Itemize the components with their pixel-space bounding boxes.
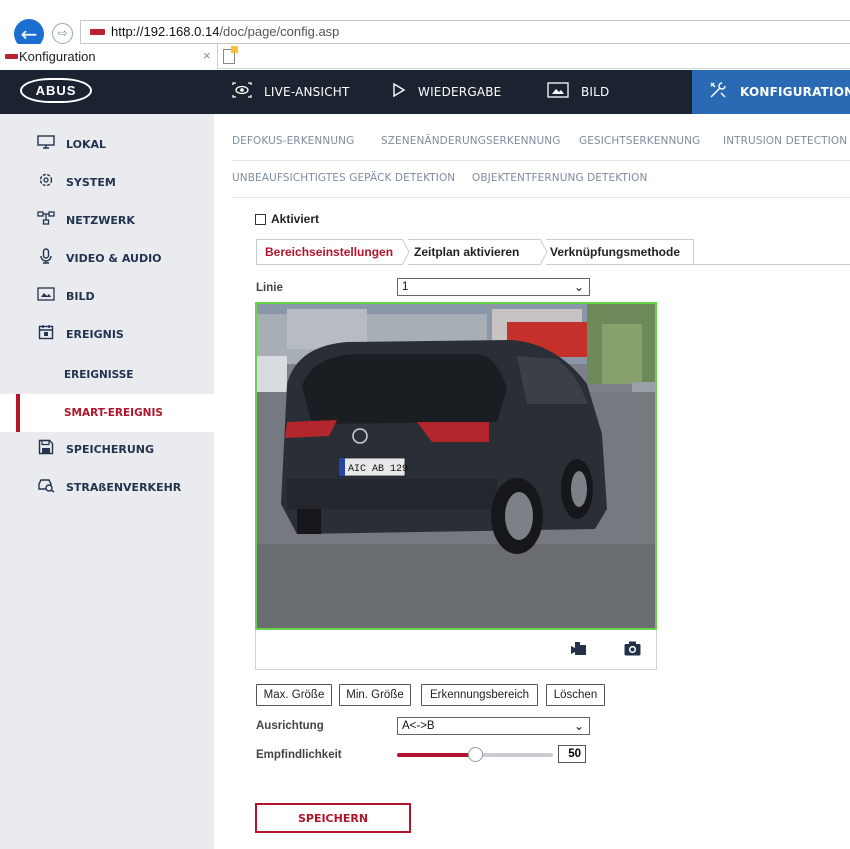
browser-tab[interactable]: Konfiguration × — [0, 44, 218, 69]
sidebar: LOKAL SYSTEM NETZWERK VIDEO & AUDIO BILD… — [0, 114, 214, 849]
save-icon — [36, 439, 56, 459]
subtab-divider — [232, 197, 850, 198]
browser-tab-bar: Konfiguration × — [0, 44, 850, 69]
gear-icon — [36, 172, 56, 192]
sensitivity-value-field[interactable]: 50 — [558, 745, 586, 763]
car-search-icon — [36, 477, 56, 497]
monitor-icon — [36, 135, 56, 153]
site-favicon-icon — [90, 29, 105, 35]
tab-baseline — [694, 264, 850, 265]
tab-title: Konfiguration — [19, 49, 96, 64]
browser-address-bar: ← ⇨ http://192.168.0.14/doc/page/config.… — [0, 0, 850, 49]
tab-zeitplan-aktivieren[interactable]: Zeitplan aktivieren — [408, 239, 540, 265]
eye-icon — [232, 82, 252, 102]
tab-label: Verknüpfungsmethode — [550, 245, 681, 259]
sidebar-item-system[interactable]: SYSTEM — [0, 163, 214, 201]
sidebar-item-label: SPEICHERUNG — [66, 442, 155, 456]
sidebar-item-label: BILD — [66, 289, 95, 303]
enabled-checkbox[interactable] — [255, 214, 266, 225]
sidebar-item-lokal[interactable]: LOKAL — [0, 125, 214, 163]
detection-area-button[interactable]: Erkennungsbereich — [421, 684, 538, 706]
nav-image[interactable]: BILD — [547, 70, 667, 114]
record-video-icon[interactable] — [571, 642, 587, 656]
nav-label: WIEDERGABE — [418, 85, 502, 99]
video-preview[interactable]: AIC AB 129 — [255, 302, 657, 630]
subtab-szenenaenderung[interactable]: SZENENÄNDERUNGSERKENNUNG — [381, 135, 560, 147]
direction-label: Ausrichtung — [256, 720, 324, 732]
chevron-down-icon: ⌄ — [573, 280, 584, 294]
sidebar-subitem-smart-ereignis[interactable]: SMART-EREIGNIS — [0, 394, 214, 432]
license-plate-text: AIC AB 129 — [348, 464, 408, 475]
nav-configuration[interactable]: KONFIGURATION — [692, 70, 850, 114]
sidebar-item-speicherung[interactable]: SPEICHERUNG — [0, 430, 214, 468]
sidebar-item-bild[interactable]: BILD — [0, 277, 214, 315]
sidebar-item-label: NETZWERK — [66, 213, 135, 227]
enabled-label: Aktiviert — [271, 212, 320, 226]
camera-snapshot-icon[interactable] — [624, 641, 641, 656]
nav-label: LIVE-ANSICHT — [264, 85, 350, 99]
sidebar-item-video-audio[interactable]: VIDEO & AUDIO — [0, 239, 214, 277]
sensitivity-slider-thumb[interactable] — [468, 747, 483, 762]
direction-select-value: A<->B — [402, 720, 435, 732]
sidebar-item-label: LOKAL — [66, 137, 107, 151]
sidebar-item-netzwerk[interactable]: NETZWERK — [0, 201, 214, 239]
sidebar-item-label: STRAßENVERKEHR — [66, 480, 182, 494]
sidebar-item-label: EREIGNIS — [66, 327, 124, 341]
tab-favicon-icon — [5, 54, 18, 59]
video-toolbar — [255, 630, 657, 670]
tab-verknuepfungsmethode[interactable]: Verknüpfungsmethode — [546, 239, 694, 265]
nav-playback[interactable]: WIEDERGABE — [392, 70, 522, 114]
nav-label: KONFIGURATION — [740, 85, 850, 99]
calendar-icon — [36, 324, 56, 344]
sidebar-item-label: SYSTEM — [66, 175, 116, 189]
sidebar-item-label: VIDEO & AUDIO — [66, 251, 162, 265]
subtab-objektentfernung[interactable]: OBJEKTENTFERNUNG DETEKTION — [472, 172, 648, 184]
forward-arrow-icon[interactable]: ⇨ — [52, 23, 73, 44]
chevron-down-icon: ⌄ — [573, 719, 584, 733]
url-field[interactable]: http://192.168.0.14/doc/page/config.asp — [80, 20, 850, 44]
url-text: http://192.168.0.14/doc/page/config.asp — [111, 24, 340, 39]
max-size-button[interactable]: Max. Größe — [256, 684, 332, 706]
line-label: Linie — [256, 282, 283, 294]
subtab-defokus[interactable]: DEFOKUS-ERKENNUNG — [232, 135, 354, 147]
sidebar-item-ereignis[interactable]: EREIGNIS — [0, 315, 214, 353]
sensitivity-slider-fill — [397, 753, 475, 757]
image-icon — [36, 287, 56, 305]
subtab-divider — [232, 160, 850, 161]
line-select-value: 1 — [402, 281, 409, 293]
tab-close-icon[interactable]: × — [203, 48, 211, 63]
delete-button[interactable]: Löschen — [546, 684, 605, 706]
sidebar-subitem-ereignisse[interactable]: EREIGNISSE — [0, 356, 214, 394]
save-button[interactable]: SPEICHERN — [255, 803, 411, 833]
subtab-intrusion-detection[interactable]: INTRUSION DETECTION — [723, 135, 847, 147]
subtab-unbeaufsichtigtes-gepaeck[interactable]: UNBEAUFSICHTIGTES GEPÄCK DETEKTION — [232, 172, 455, 184]
sidebar-item-strassenverkehr[interactable]: STRAßENVERKEHR — [0, 468, 214, 506]
play-icon — [392, 82, 406, 102]
direction-select[interactable]: A<->B ⌄ — [397, 717, 590, 735]
new-tab-icon[interactable] — [223, 46, 238, 64]
subtab-gesichtserkennung[interactable]: GESICHTSERKENNUNG — [579, 135, 700, 147]
sensitivity-label: Empfindlichkeit — [256, 749, 342, 761]
network-icon — [36, 211, 56, 229]
camera-image: AIC AB 129 — [257, 304, 655, 628]
image-icon — [547, 82, 569, 102]
tab-bereichseinstellungen[interactable]: Bereichseinstellungen — [256, 239, 402, 265]
abus-logo: ABUS — [20, 78, 92, 103]
line-select[interactable]: 1 ⌄ — [397, 278, 590, 296]
tools-icon — [708, 80, 728, 104]
nav-live-view[interactable]: LIVE-ANSICHT — [232, 70, 382, 114]
sidebar-item-label: SMART-EREIGNIS — [64, 407, 163, 419]
tab-label: Zeitplan aktivieren — [414, 245, 520, 259]
sidebar-item-label: EREIGNISSE — [64, 369, 134, 381]
tab-label: Bereichseinstellungen — [265, 245, 394, 259]
nav-label: BILD — [581, 85, 610, 99]
sensitivity-slider[interactable] — [397, 747, 553, 762]
min-size-button[interactable]: Min. Größe — [339, 684, 411, 706]
top-navigation: ABUS LIVE-ANSICHT WIEDERGABE BILD KONFIG… — [0, 70, 850, 114]
microphone-icon — [36, 248, 56, 268]
